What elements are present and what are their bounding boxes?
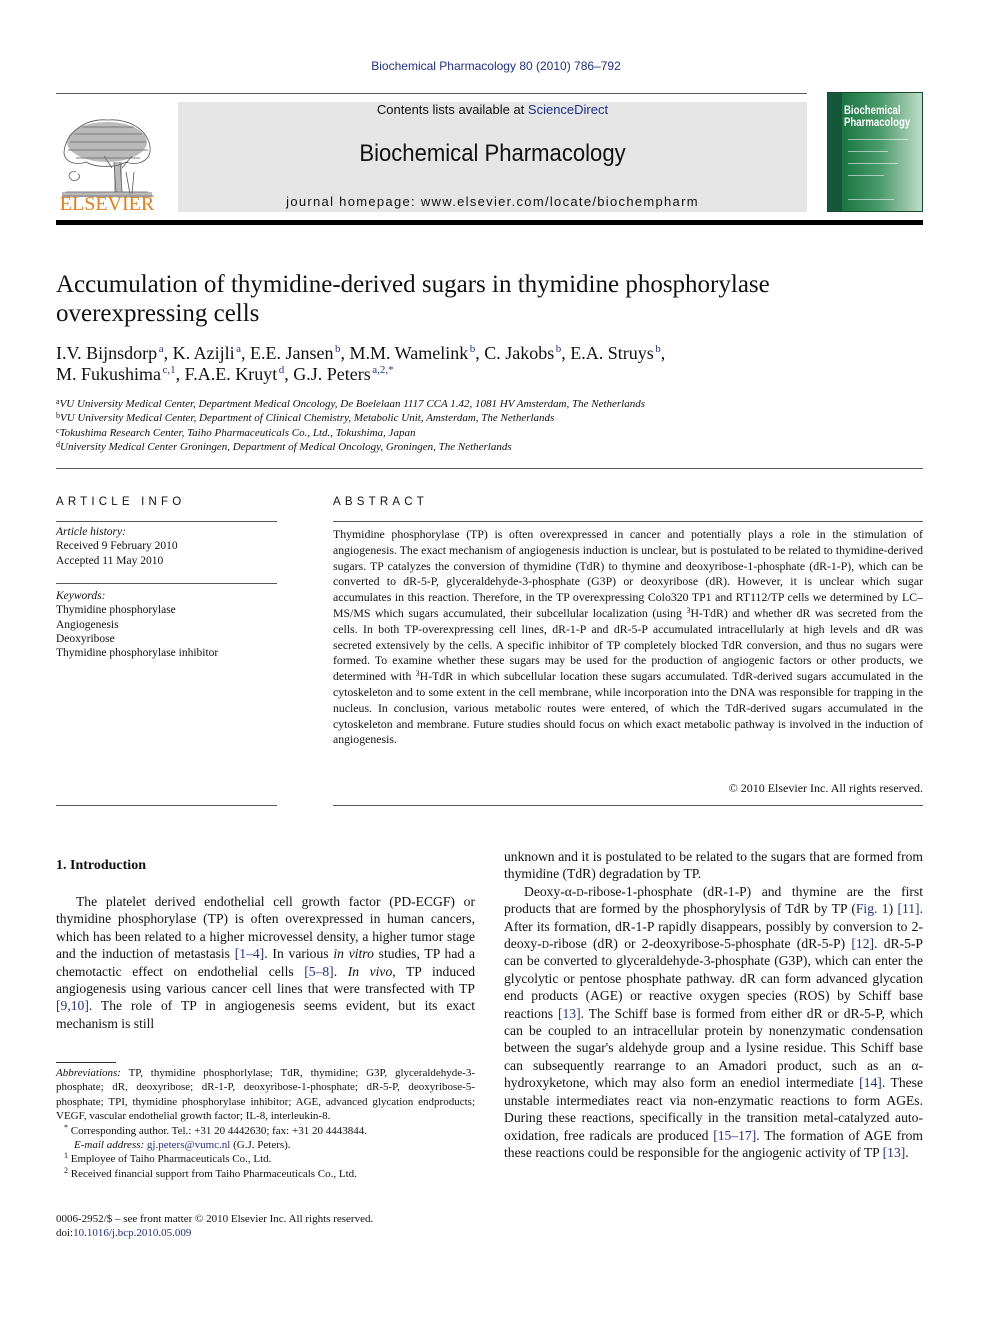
cover-strip bbox=[828, 93, 842, 211]
journal-homepage: journal homepage: www.elsevier.com/locat… bbox=[178, 194, 807, 209]
cover-line bbox=[848, 199, 894, 200]
doi-link[interactable]: 10.1016/j.bcp.2010.05.009 bbox=[73, 1227, 191, 1239]
cover-line bbox=[848, 175, 884, 176]
email-link[interactable]: gj.peters@vumc.nl bbox=[147, 1139, 230, 1151]
citation-link[interactable]: [1–4] bbox=[235, 946, 264, 961]
article-history: Article history: Received 9 February 201… bbox=[56, 525, 277, 568]
keyword: Thymidine phosphorylase bbox=[56, 604, 176, 617]
keyword: Thymidine phosphorylase inhibitor bbox=[56, 647, 219, 660]
abstract-copyright: © 2010 Elsevier Inc. All rights reserved… bbox=[728, 781, 923, 795]
citation-link[interactable]: [5–8] bbox=[304, 964, 333, 979]
front-matter: 0006-2952/$ – see front matter © 2010 El… bbox=[56, 1212, 475, 1241]
cover-line bbox=[848, 163, 898, 164]
affiliation-link[interactable]: c,1 bbox=[163, 364, 176, 376]
citation-link[interactable]: [12] bbox=[851, 936, 874, 951]
email-footnote: E-mail address: gj.peters@vumc.nl (G.J. … bbox=[74, 1139, 291, 1152]
history-label: Article history: bbox=[56, 526, 126, 538]
author[interactable]: E.E. Jansen b bbox=[250, 343, 341, 363]
doi-line: doi:10.1016/j.bcp.2010.05.009 bbox=[56, 1227, 192, 1240]
footnote-2: 2 Received financial support from Taiho … bbox=[64, 1165, 357, 1180]
keywords: Keywords: Thymidine phosphorylase Angiog… bbox=[56, 589, 277, 660]
running-header[interactable]: Biochemical Pharmacology 80 (2010) 786–7… bbox=[0, 59, 992, 73]
journal-cover-thumbnail[interactable]: Biochemical Pharmacology bbox=[827, 92, 923, 212]
citation-link[interactable]: [11] bbox=[897, 901, 919, 916]
top-rule bbox=[56, 93, 807, 94]
paragraph: Deoxy-α-d-ribose-1-phosphate (dR-1-P) an… bbox=[504, 883, 924, 1160]
cover-line bbox=[848, 151, 888, 152]
citation-link[interactable]: [9,10] bbox=[56, 998, 89, 1013]
author[interactable]: E.A. Struys b bbox=[570, 343, 661, 363]
body-column-right: unknown and it is postulated to be relat… bbox=[504, 848, 923, 1161]
contents-line: Contents lists available at ScienceDirec… bbox=[178, 102, 807, 117]
received-date: Received 9 February 2010 bbox=[56, 540, 178, 553]
abstract-text: Thymidine phosphorylase (TP) is often ov… bbox=[333, 527, 923, 747]
abstract-heading: ABSTRACT bbox=[333, 496, 428, 508]
author[interactable]: K. Azijli a bbox=[173, 343, 241, 363]
author[interactable]: C. Jakobs b bbox=[484, 343, 561, 363]
article-info-heading: ARTICLE INFO bbox=[56, 496, 186, 508]
author[interactable]: M.M. Wamelink b bbox=[350, 343, 476, 363]
body-column-left: The platelet derived endothelial cell gr… bbox=[56, 893, 475, 1032]
paragraph: The platelet derived endothelial cell gr… bbox=[56, 894, 475, 1031]
author[interactable]: G.J. Peters a,2,* bbox=[293, 364, 393, 384]
author[interactable]: F.A.E. Kruyt d bbox=[185, 364, 285, 384]
accepted-date: Accepted 11 May 2010 bbox=[56, 554, 164, 567]
homepage-url-link[interactable]: www.elsevier.com/locate/biochempharm bbox=[421, 194, 699, 209]
keyword: Angiogenesis bbox=[56, 618, 119, 631]
affiliation: dUniversity Medical Center Groningen, De… bbox=[56, 440, 512, 454]
masthead-thick-rule bbox=[56, 220, 923, 225]
abstract-rule bbox=[333, 805, 923, 806]
citation-link[interactable]: [15–17] bbox=[713, 1128, 756, 1143]
affiliation-link[interactable]: a,2,* bbox=[372, 364, 393, 376]
citation-link[interactable]: [13] bbox=[558, 1006, 581, 1021]
abstract-rule bbox=[333, 521, 923, 522]
section-heading-introduction: 1. Introduction bbox=[56, 858, 146, 873]
article-info-rule bbox=[56, 521, 277, 522]
article-info-rule bbox=[56, 583, 277, 584]
paragraph: unknown and it is postulated to be relat… bbox=[504, 849, 923, 882]
corresponding-author-footnote: * Corresponding author. Tel.: +31 20 444… bbox=[64, 1122, 367, 1137]
citation-link[interactable]: [13] bbox=[883, 1145, 906, 1160]
cover-line bbox=[848, 139, 908, 140]
elsevier-wordmark: ELSEVIER bbox=[59, 193, 155, 215]
citation-link[interactable]: [14] bbox=[859, 1075, 882, 1090]
affiliation: cTokushima Research Center, Taiho Pharma… bbox=[56, 425, 416, 439]
journal-title: Biochemical Pharmacology bbox=[359, 140, 626, 167]
figure-link[interactable]: Fig. 1 bbox=[856, 901, 889, 916]
journal-citation-link[interactable]: Biochemical Pharmacology 80 (2010) 786–7… bbox=[371, 59, 621, 73]
footnotes: Abbreviations: TP, thymidine phosphorlyl… bbox=[56, 1066, 475, 1181]
article-title: Accumulation of thymidine-derived sugars… bbox=[56, 271, 770, 327]
issn-line: 0006-2952/$ – see front matter © 2010 El… bbox=[56, 1213, 374, 1225]
affiliation: bVU University Medical Center, Departmen… bbox=[56, 411, 555, 425]
title-block-rule bbox=[56, 468, 923, 469]
article-info-rule bbox=[56, 805, 277, 806]
author[interactable]: I.V. Bijnsdorp a bbox=[56, 343, 164, 363]
author[interactable]: M. Fukushima c,1 bbox=[56, 364, 176, 384]
cover-title-line2: Pharmacology bbox=[844, 115, 911, 129]
cover-title: Biochemical Pharmacology bbox=[844, 104, 910, 128]
footnote-1: 1 Employee of Taiho Pharmaceuticals Co.,… bbox=[64, 1151, 272, 1166]
author-list: I.V. Bijnsdorp a, K. Azijli a, E.E. Jans… bbox=[56, 343, 666, 384]
homepage-prefix: journal homepage: bbox=[286, 194, 421, 209]
keyword: Deoxyribose bbox=[56, 632, 115, 645]
footnote-rule bbox=[56, 1062, 116, 1063]
contents-prefix: Contents lists available at bbox=[376, 102, 528, 117]
sciencedirect-link[interactable]: ScienceDirect bbox=[528, 102, 608, 117]
abbreviations-footnote: Abbreviations: TP, thymidine phosphorlyl… bbox=[56, 1067, 475, 1123]
affiliations: aVU University Medical Center, Departmen… bbox=[56, 397, 916, 455]
keywords-label: Keywords: bbox=[56, 590, 106, 602]
affiliation: aVU University Medical Center, Departmen… bbox=[56, 397, 646, 411]
